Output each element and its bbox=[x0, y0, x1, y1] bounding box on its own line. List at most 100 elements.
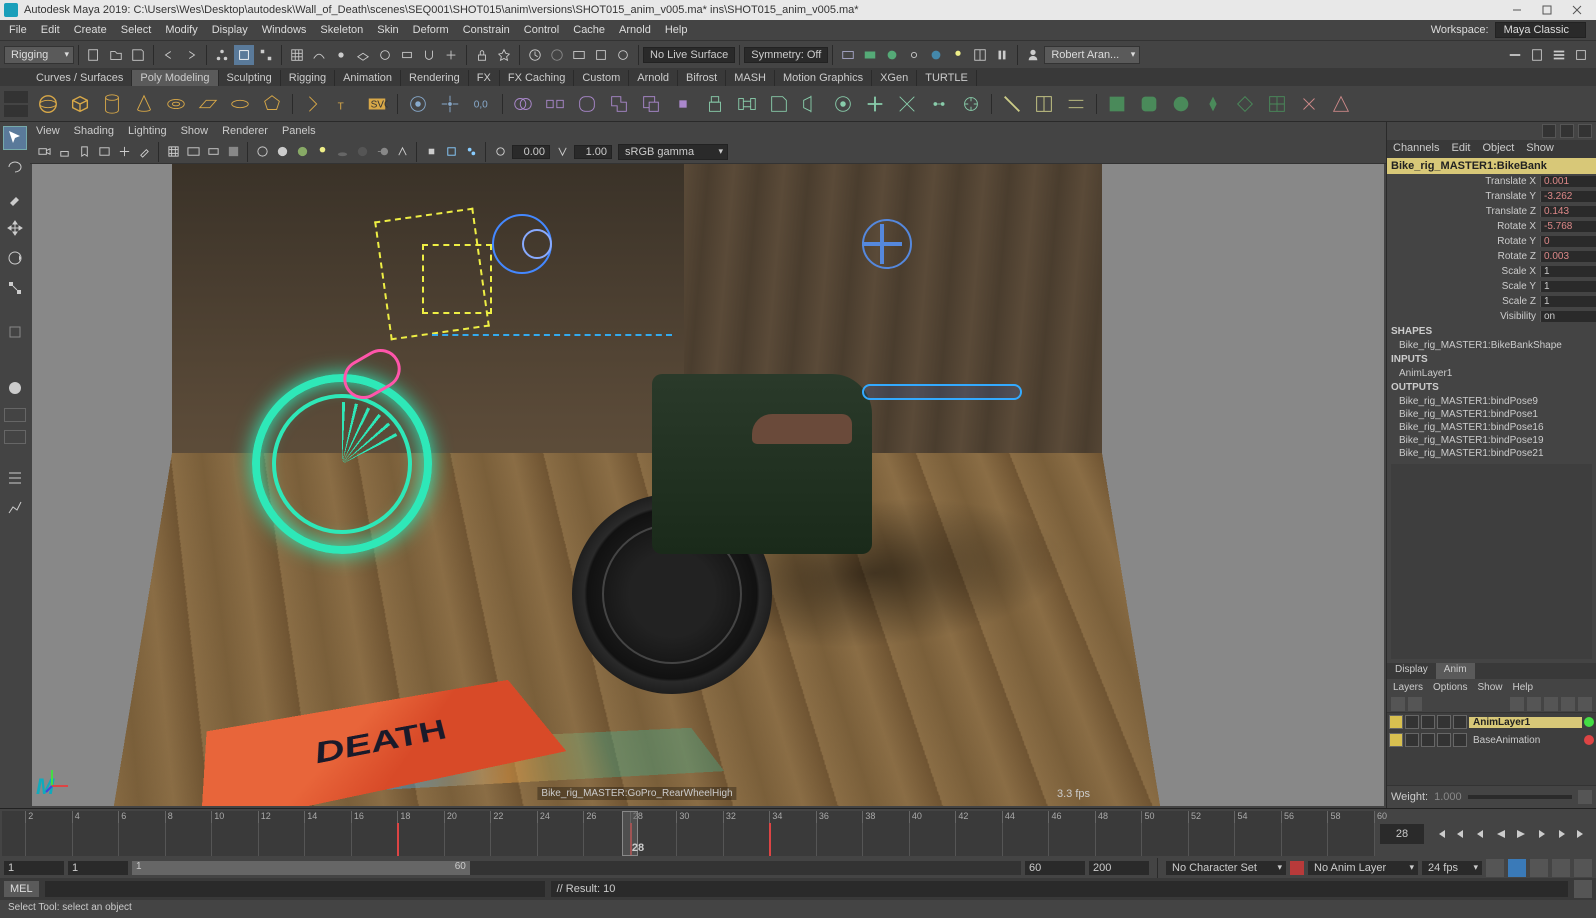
highlight-selection-icon[interactable] bbox=[494, 45, 514, 65]
magnet-toggle-icon[interactable] bbox=[419, 45, 439, 65]
attr-value[interactable]: 1 bbox=[1540, 296, 1596, 307]
anim-layer-row[interactable]: BaseAnimation bbox=[1387, 731, 1596, 749]
range-slider-track[interactable]: 1 60 bbox=[132, 861, 1021, 875]
shelf-tab-arnold[interactable]: Arnold bbox=[629, 70, 678, 86]
textured-icon[interactable] bbox=[293, 143, 311, 161]
keyframe-marker[interactable] bbox=[769, 823, 771, 856]
anim-end-field[interactable]: 200 bbox=[1089, 861, 1149, 875]
attribute-editor-icon[interactable] bbox=[1560, 124, 1574, 138]
attr-value[interactable]: 0 bbox=[1540, 236, 1596, 247]
panel-menu-lighting[interactable]: Lighting bbox=[128, 125, 167, 137]
add-to-layer-icon[interactable] bbox=[1578, 697, 1592, 711]
shelf-tab-rigging[interactable]: Rigging bbox=[281, 70, 335, 86]
weight-slider[interactable] bbox=[1468, 795, 1572, 799]
shelf-tab-animation[interactable]: Animation bbox=[335, 70, 401, 86]
multi-cut-icon[interactable] bbox=[998, 90, 1026, 118]
channel-box-icon[interactable] bbox=[1542, 124, 1556, 138]
zero-weight-layer-icon[interactable] bbox=[1408, 697, 1422, 711]
single-view-icon[interactable] bbox=[4, 408, 26, 422]
panel-menu-renderer[interactable]: Renderer bbox=[222, 125, 268, 137]
panel-layout-icon[interactable] bbox=[970, 45, 990, 65]
undo-icon[interactable] bbox=[159, 45, 179, 65]
ipr-icon[interactable] bbox=[613, 45, 633, 65]
menu-skin[interactable]: Skin bbox=[370, 24, 405, 36]
smooth-icon[interactable] bbox=[573, 90, 601, 118]
attr-value[interactable]: -5.768 bbox=[1540, 221, 1596, 232]
history-icon[interactable] bbox=[525, 45, 545, 65]
channel-attr-row[interactable]: Rotate Y0 bbox=[1387, 234, 1596, 249]
render-seq-icon[interactable] bbox=[569, 45, 589, 65]
script-editor-icon[interactable] bbox=[1574, 880, 1592, 898]
save-scene-icon[interactable] bbox=[128, 45, 148, 65]
history-off-icon[interactable] bbox=[547, 45, 567, 65]
step-forward-icon[interactable] bbox=[1532, 825, 1550, 843]
panel-menu-view[interactable]: View bbox=[36, 125, 60, 137]
bookmark-icon[interactable] bbox=[75, 143, 93, 161]
camera-select-icon[interactable] bbox=[35, 143, 53, 161]
layer-name[interactable]: AnimLayer1 bbox=[1469, 717, 1582, 728]
layer-menu-help[interactable]: Help bbox=[1513, 682, 1534, 693]
channel-attr-row[interactable]: Translate Y-3.262 bbox=[1387, 189, 1596, 204]
tool-settings-icon[interactable] bbox=[1505, 45, 1525, 65]
auto-key-indicator[interactable] bbox=[1290, 861, 1304, 875]
shaded-icon[interactable] bbox=[273, 143, 291, 161]
attr-value[interactable]: 0.001 bbox=[1540, 176, 1596, 187]
shelf-tab-rendering[interactable]: Rendering bbox=[401, 70, 469, 86]
weight-value[interactable]: 1.000 bbox=[1434, 791, 1462, 803]
rotate-tool-icon[interactable] bbox=[3, 246, 27, 270]
menu-constrain[interactable]: Constrain bbox=[456, 24, 517, 36]
poly-type-icon[interactable] bbox=[299, 90, 327, 118]
append-icon[interactable] bbox=[861, 90, 889, 118]
channelbox-tab-object[interactable]: Object bbox=[1476, 140, 1520, 158]
layer-menu-options[interactable]: Options bbox=[1433, 682, 1467, 693]
poly-disc-icon[interactable] bbox=[226, 90, 254, 118]
camera-lock-icon[interactable] bbox=[55, 143, 73, 161]
paint-select-tool-icon[interactable] bbox=[3, 186, 27, 210]
poly-cone-icon[interactable] bbox=[130, 90, 158, 118]
insert-edge-icon[interactable] bbox=[1030, 90, 1058, 118]
exposure-field[interactable]: 0.00 bbox=[512, 145, 550, 159]
channelbox-tab-edit[interactable]: Edit bbox=[1445, 140, 1476, 158]
output-node[interactable]: Bike_rig_MASTER1:bindPose19 bbox=[1387, 434, 1596, 447]
output-node[interactable]: Bike_rig_MASTER1:bindPose16 bbox=[1387, 421, 1596, 434]
scale-tool-icon[interactable] bbox=[3, 276, 27, 300]
poly-cylinder-icon[interactable] bbox=[98, 90, 126, 118]
keyframe-marker[interactable] bbox=[397, 823, 399, 856]
sculpt-grab-icon[interactable] bbox=[1199, 90, 1227, 118]
layer-toggle-icon[interactable] bbox=[1437, 733, 1451, 747]
output-node[interactable]: Bike_rig_MASTER1:bindPose1 bbox=[1387, 408, 1596, 421]
time-slider[interactable]: 2468101214161820222426283032343638404244… bbox=[0, 808, 1596, 858]
panel-menu-panels[interactable]: Panels bbox=[282, 125, 316, 137]
layer-toggle-icon[interactable] bbox=[1389, 733, 1403, 747]
snap-point-icon[interactable] bbox=[331, 45, 351, 65]
move-layer-up-icon[interactable] bbox=[1510, 697, 1524, 711]
render-current-icon[interactable] bbox=[860, 45, 880, 65]
gate-mask-icon[interactable] bbox=[224, 143, 242, 161]
symmetry-field[interactable]: Symmetry: Off bbox=[744, 47, 828, 63]
render-view-icon[interactable] bbox=[838, 45, 858, 65]
attr-value[interactable]: on bbox=[1540, 311, 1596, 322]
boolean-inter-icon[interactable] bbox=[669, 90, 697, 118]
triangulate-icon[interactable] bbox=[1327, 90, 1355, 118]
lasso-tool-icon[interactable] bbox=[3, 156, 27, 180]
sculpt-smooth-icon[interactable] bbox=[1135, 90, 1163, 118]
shelf-tab-sculpt[interactable]: Sculpting bbox=[219, 70, 281, 86]
layer-menu-show[interactable]: Show bbox=[1477, 682, 1502, 693]
aa-icon[interactable] bbox=[393, 143, 411, 161]
resolution-gate-icon[interactable] bbox=[204, 143, 222, 161]
xray-icon[interactable] bbox=[442, 143, 460, 161]
auto-key-toggle-icon[interactable] bbox=[1508, 859, 1526, 877]
svg-icon[interactable]: SVG bbox=[363, 90, 391, 118]
snap-grid-icon[interactable] bbox=[287, 45, 307, 65]
shape-node[interactable]: Bike_rig_MASTER1:BikeBankShape bbox=[1387, 339, 1596, 352]
channel-attr-row[interactable]: Rotate Z0.003 bbox=[1387, 249, 1596, 264]
output-node[interactable]: Bike_rig_MASTER1:bindPose9 bbox=[1387, 395, 1596, 408]
snap-curve-icon[interactable] bbox=[309, 45, 329, 65]
bevel-icon[interactable] bbox=[765, 90, 793, 118]
sculpt-mesh-icon[interactable] bbox=[1103, 90, 1131, 118]
layer-toggle-icon[interactable] bbox=[1453, 733, 1467, 747]
current-frame-field[interactable]: 28 bbox=[1380, 824, 1424, 844]
quadrangulate-icon[interactable] bbox=[1295, 90, 1323, 118]
shelf-tab-turtle[interactable]: TURTLE bbox=[917, 70, 977, 86]
graph-editor-icon[interactable] bbox=[3, 496, 27, 520]
